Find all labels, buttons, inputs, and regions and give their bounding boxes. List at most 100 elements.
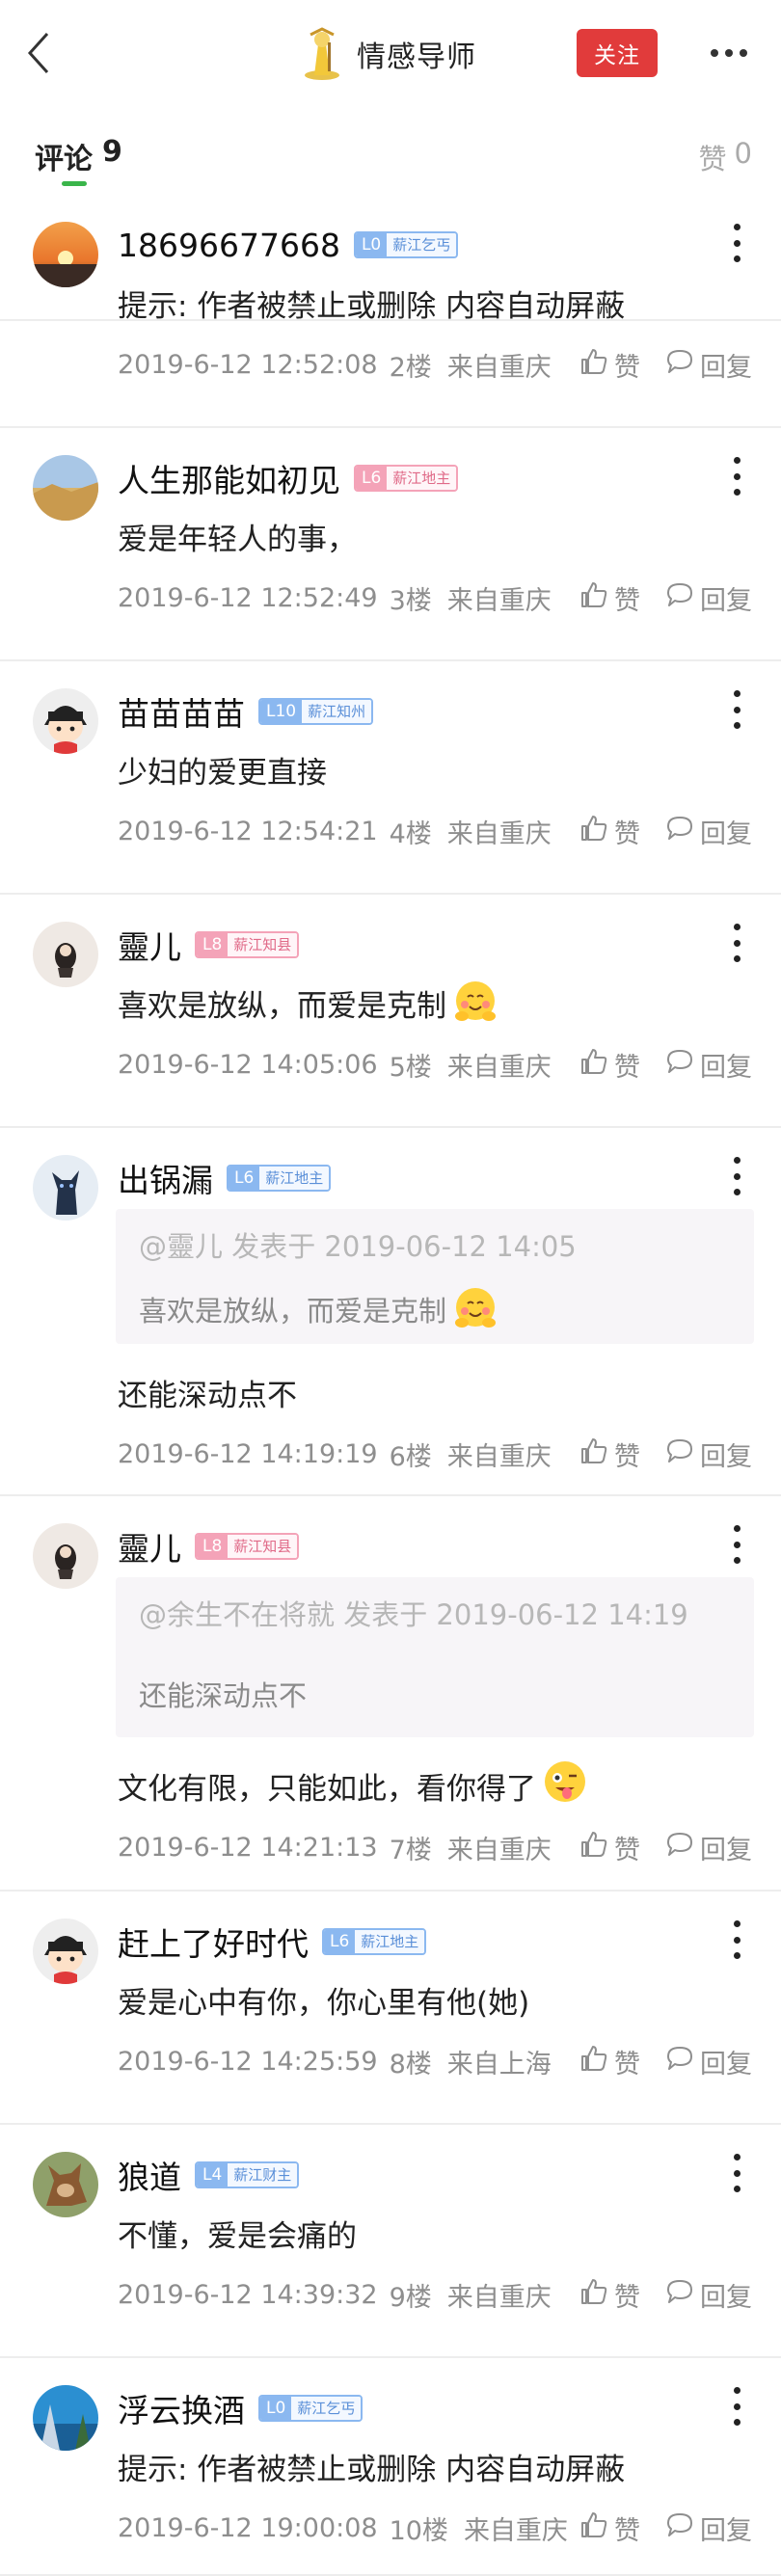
username[interactable]: 靈儿 [118,1523,181,1570]
tab-comments[interactable]: 评论 9 [35,135,122,177]
user-avatar[interactable] [33,688,98,754]
username[interactable]: 狼道 [118,2152,181,2198]
comment-time: 2019-6-12 19:00:08 [118,2512,378,2543]
like-label: 赞 [614,2515,640,2546]
username[interactable]: 18696677668 [118,227,340,264]
level-badge: L10 薪江知州 [258,698,374,725]
like-label: 赞 [614,2282,640,2313]
follow-button[interactable]: 关注 [577,29,658,77]
comment-location: 来自重庆 [446,1441,552,1472]
comment-text-body: 文化有限，只能如此，看你得了 [118,1771,536,1807]
user-avatar[interactable] [33,1523,98,1589]
comment-menu-button[interactable] [727,690,746,729]
comment-menu-button[interactable] [727,924,746,962]
comment-location: 来自重庆 [446,818,552,849]
comment-time: 2019-6-12 14:05:06 [118,1049,378,1080]
like-button[interactable]: 赞 [579,1046,640,1084]
reply-button[interactable]: 回复 [665,2509,752,2547]
username[interactable]: 浮云换酒 [118,2385,245,2431]
comment-menu-button[interactable] [727,1525,746,1564]
quote-text: 还能深动点不 [139,1674,307,1714]
level-number: L6 [356,467,388,490]
user-avatar[interactable] [33,1919,98,1984]
reply-button[interactable]: 回复 [665,2043,752,2080]
comment-time: 2019-6-12 12:54:21 [118,816,378,846]
username[interactable]: 人生那能如初见 [118,455,340,501]
author-info[interactable]: 情感导师 [301,27,476,81]
quote-text: 喜欢是放纵，而爱是克制 [139,1280,500,1337]
like-label: 赞 [614,585,640,616]
like-button[interactable]: 赞 [579,346,640,384]
like-button[interactable]: 赞 [579,579,640,617]
user-avatar[interactable] [33,222,98,287]
thumbs-up-icon [579,2044,608,2080]
level-title: 薪江乞丐 [291,2397,362,2420]
reply-button[interactable]: 回复 [665,1829,752,1866]
speech-bubble-icon [665,348,694,382]
speech-bubble-icon [665,1048,694,1082]
author-avatar [301,27,343,81]
comment-text: 喜欢是放纵，而爱是克制 [118,978,500,1028]
comment-text-body: 爱是心中有你，你心里有他(她) [118,1985,530,2021]
comment-text: 提示: 作者被禁止或删除 内容自动屏蔽 [118,2441,625,2491]
user-avatar[interactable] [33,2385,98,2451]
like-button[interactable]: 赞 [579,2509,640,2547]
user-avatar[interactable] [33,2152,98,2217]
level-number: L10 [260,700,303,723]
like-button[interactable]: 赞 [579,813,640,850]
more-vertical-icon [733,924,741,930]
comment-menu-button[interactable] [727,1157,746,1195]
more-vertical-icon [733,457,741,464]
comment-text: 少妇的爱更直接 [118,744,327,794]
reply-label: 回复 [700,818,752,849]
like-button[interactable]: 赞 [579,2043,640,2080]
comment-floor: 8楼 [389,2049,432,2080]
reply-button[interactable]: 回复 [665,2276,752,2314]
username[interactable]: 靈儿 [118,922,181,968]
comment-location: 来自上海 [446,2049,552,2080]
level-title: 薪江知州 [302,700,372,723]
back-button[interactable] [17,29,60,77]
username[interactable]: 赶上了好时代 [118,1919,309,1965]
like-label: 赞 [614,1835,640,1865]
comment-text-body: 提示: 作者被禁止或删除 内容自动屏蔽 [118,2452,626,2487]
like-button[interactable]: 赞 [579,2276,640,2314]
comment-menu-button[interactable] [727,457,746,496]
level-number: L6 [229,1167,260,1190]
comment-location: 来自重庆 [446,352,552,383]
comment-meta: 2019-6-12 14:25:59 8楼 来自上海 [118,2044,552,2080]
comment-location: 来自重庆 [446,1052,552,1083]
reply-button[interactable]: 回复 [665,1436,752,1473]
more-vertical-icon [733,1920,741,1927]
comment-item: 人生那能如初见 L6 薪江地主 爱是年轻人的事， 2019-6-12 12:52:49 3… [0,428,781,661]
reply-button[interactable]: 回复 [665,1046,752,1084]
user-avatar[interactable] [33,922,98,987]
reply-button[interactable]: 回复 [665,579,752,617]
reply-button[interactable]: 回复 [665,813,752,850]
comment-menu-button[interactable] [727,1920,746,1959]
level-number: L4 [197,2163,229,2187]
user-avatar[interactable] [33,455,98,521]
username-row: 人生那能如初见 L6 薪江地主 [118,455,459,501]
author-name: 情感导师 [357,40,476,74]
thumbs-up-icon [579,1830,608,1865]
reply-button[interactable]: 回复 [665,346,752,384]
user-avatar[interactable] [33,1155,98,1221]
username[interactable]: 出锅漏 [118,1155,213,1201]
comment-menu-button[interactable] [727,2387,746,2426]
username[interactable]: 苗苗苗苗 [118,688,245,735]
comment-meta: 2019-6-12 14:05:06 5楼 来自重庆 [118,1047,552,1083]
level-badge: L6 薪江地主 [227,1165,332,1192]
comment-menu-button[interactable] [727,2154,746,2192]
level-badge: L0 薪江乞丐 [258,2395,364,2422]
quoted-reply: @靈儿 发表于 2019-06-12 14:05 喜欢是放纵，而爱是克制 [116,1209,754,1344]
more-options-button[interactable] [708,37,750,69]
level-number: L0 [355,233,388,256]
comment-menu-button[interactable] [727,224,746,262]
more-dot-icon [711,49,718,57]
comment-actions: 赞 回复 [554,812,752,850]
tab-likes[interactable]: 赞 0 [699,137,752,177]
like-button[interactable]: 赞 [579,1829,640,1866]
like-button[interactable]: 赞 [579,1436,640,1473]
username-row: 出锅漏 L6 薪江地主 [118,1155,332,1201]
